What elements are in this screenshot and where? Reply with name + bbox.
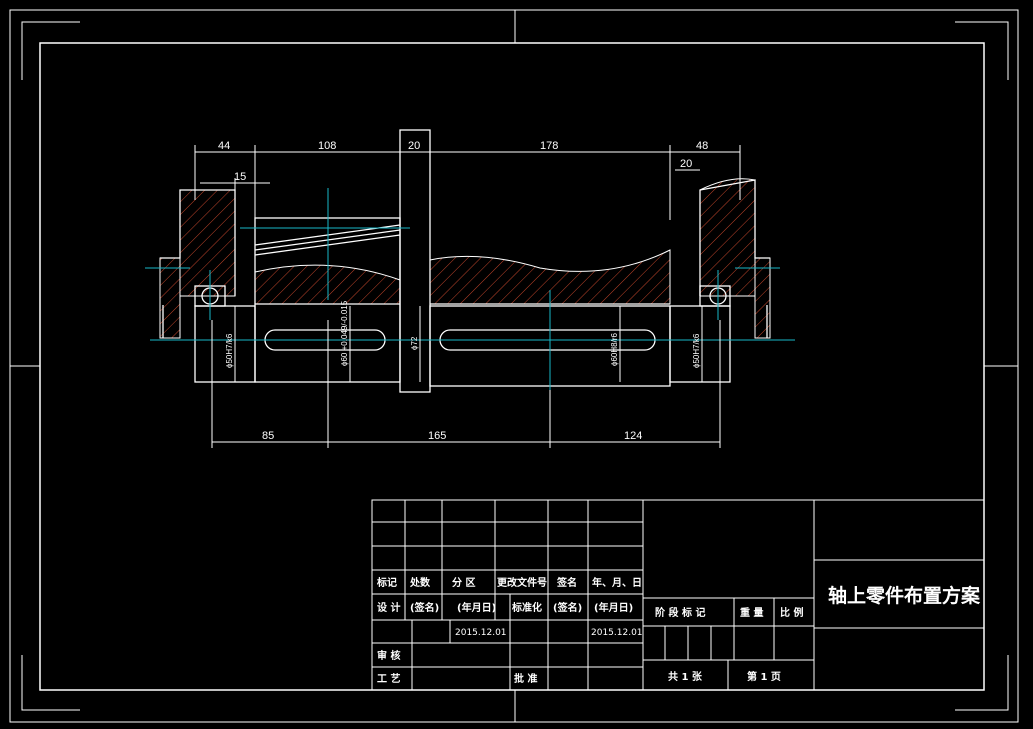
stage-mark: 阶 段 标 记 xyxy=(655,606,705,619)
row-sign: (签名) xyxy=(410,601,439,614)
dim-bottom-124: 124 xyxy=(624,430,642,442)
dim-dia-mid: ϕ60 +0.049/-0.015 xyxy=(340,300,349,366)
hdr-sign: 签名 xyxy=(556,576,577,589)
row-approve: 批 准 xyxy=(514,672,537,685)
row-date: (年月日) xyxy=(457,601,496,614)
drawing-title: 轴上零件布置方案 xyxy=(828,584,981,607)
hdr-date: 年、月、日 xyxy=(592,576,642,589)
row-design: 设 计 xyxy=(377,601,400,614)
dim-top-20: 20 xyxy=(408,140,420,152)
dim-dia-left: ϕ50H7/k6 xyxy=(225,333,234,368)
dim-top-178: 178 xyxy=(540,140,558,152)
row-date-2: (年月日) xyxy=(594,601,633,614)
dim-top-48: 48 xyxy=(696,140,708,152)
sheet-frame xyxy=(9,9,1019,723)
dim-bottom-85: 85 xyxy=(262,430,274,442)
row-standardize: 标准化 xyxy=(511,601,542,614)
hdr-count: 处数 xyxy=(409,576,431,589)
date-right: 2015.12.01 xyxy=(591,628,643,638)
title-block-text: 标记 处数 分 区 更改文件号 签名 年、月、日 设 计 (签名) (年月日) … xyxy=(376,576,981,685)
weight-label: 重 量 xyxy=(740,606,763,619)
dim-sub-20: 20 xyxy=(680,158,692,170)
date-left: 2015.12.01 xyxy=(455,628,507,638)
scale-label: 比 例 xyxy=(780,606,803,619)
dim-dia-right: ϕ50H7/k6 xyxy=(692,333,701,368)
row-process: 工 艺 xyxy=(377,672,400,685)
dim-top-44: 44 xyxy=(218,140,230,152)
sheet-total: 共 1 张 xyxy=(668,670,703,683)
dim-sub-15: 15 xyxy=(234,171,246,183)
dim-dia-right-mid: ϕ60H8/r6 xyxy=(610,333,619,366)
sheet-number: 第 1 页 xyxy=(747,670,781,683)
row-review: 审 核 xyxy=(377,649,400,662)
row-sign-2: (签名) xyxy=(553,601,582,614)
dim-dia-collar: ϕ72 xyxy=(410,336,419,350)
dim-top-108: 108 xyxy=(318,140,336,152)
hdr-zone: 分 区 xyxy=(452,576,475,589)
dim-bottom-165: 165 xyxy=(428,430,446,442)
hatched-sections xyxy=(159,178,771,339)
center-lines xyxy=(145,188,795,445)
hdr-change-doc: 更改文件号 xyxy=(497,576,547,589)
cad-drawing: 44 108 20 178 48 15 20 85 165 124 ϕ50H7/… xyxy=(9,9,1019,723)
hdr-mark: 标记 xyxy=(376,576,397,589)
